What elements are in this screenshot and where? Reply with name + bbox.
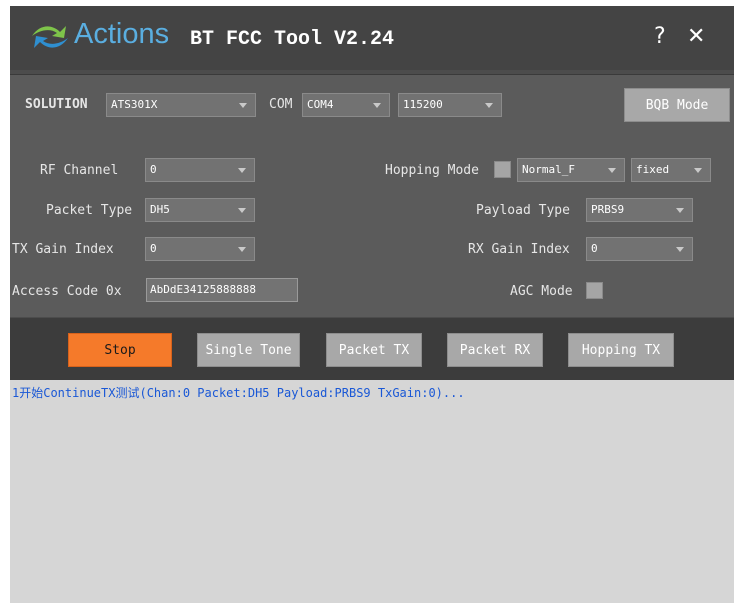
chevron-down-icon — [694, 168, 702, 173]
title-bar: Actions BT FCC Tool V2.24 ? ✕ — [10, 6, 734, 70]
packet-rx-button[interactable]: Packet RX — [447, 333, 543, 367]
access-code-label: Access Code 0x — [12, 284, 122, 299]
access-code-field[interactable]: AbDdE34125888888 — [146, 278, 298, 302]
chevron-down-icon — [485, 103, 493, 108]
rx-gain-select[interactable]: 0 — [586, 237, 693, 261]
com-port-select[interactable]: COM4 — [302, 93, 390, 117]
payload-type-select[interactable]: PRBS9 — [586, 198, 693, 222]
log-line: 1开始ContinueTX测试(Chan:0 Packet:DH5 Payloa… — [12, 386, 465, 400]
help-button[interactable]: ? — [654, 24, 666, 49]
payload-type-label: Payload Type — [476, 203, 570, 218]
chevron-down-icon — [608, 168, 616, 173]
tx-gain-select[interactable]: 0 — [145, 237, 255, 261]
hopping-fixed-select[interactable]: fixed — [631, 158, 711, 182]
agc-mode-checkbox[interactable] — [586, 282, 603, 299]
tx-gain-label: TX Gain Index — [12, 242, 114, 257]
chevron-down-icon — [373, 103, 381, 108]
rx-gain-label: RX Gain Index — [468, 242, 570, 257]
hopping-mode-label: Hopping Mode — [385, 163, 479, 178]
agc-mode-label: AGC Mode — [510, 284, 573, 299]
chevron-down-icon — [676, 208, 684, 213]
bqb-mode-button[interactable]: BQB Mode — [624, 88, 730, 122]
packet-tx-button[interactable]: Packet TX — [326, 333, 422, 367]
app-window: Actions BT FCC Tool V2.24 ? ✕ SOLUTION A… — [10, 6, 734, 603]
chevron-down-icon — [238, 168, 246, 173]
chevron-down-icon — [238, 247, 246, 252]
parameter-panel: RF Channel 0 Hopping Mode Normal_F fixed… — [10, 137, 734, 317]
chevron-down-icon — [676, 247, 684, 252]
rf-channel-select[interactable]: 0 — [145, 158, 255, 182]
app-title: BT FCC Tool V2.24 — [190, 28, 395, 51]
close-button[interactable]: ✕ — [687, 24, 705, 49]
log-output[interactable]: 1开始ContinueTX测试(Chan:0 Packet:DH5 Payloa… — [10, 380, 734, 603]
stop-button[interactable]: Stop — [68, 333, 172, 367]
packet-type-select[interactable]: DH5 — [145, 198, 255, 222]
brand-name: Actions — [74, 18, 170, 50]
rf-channel-label: RF Channel — [40, 163, 119, 178]
hopping-tx-button[interactable]: Hopping TX — [568, 333, 674, 367]
hopping-type-select[interactable]: Normal_F — [517, 158, 625, 182]
connection-bar: SOLUTION ATS301X COM COM4 115200 BQB Mod… — [10, 74, 734, 138]
action-bar: Stop Single Tone Packet TX Packet RX Hop… — [10, 318, 734, 382]
solution-select[interactable]: ATS301X — [106, 93, 256, 117]
packet-type-label: Packet Type — [46, 203, 133, 218]
single-tone-button[interactable]: Single Tone — [197, 333, 300, 367]
chevron-down-icon — [238, 208, 246, 213]
com-label: COM — [269, 97, 293, 112]
chevron-down-icon — [239, 103, 247, 108]
solution-label: SOLUTION — [25, 97, 88, 112]
baud-rate-select[interactable]: 115200 — [398, 93, 502, 117]
hopping-mode-checkbox[interactable] — [494, 161, 511, 178]
actions-logo-icon — [32, 26, 68, 48]
